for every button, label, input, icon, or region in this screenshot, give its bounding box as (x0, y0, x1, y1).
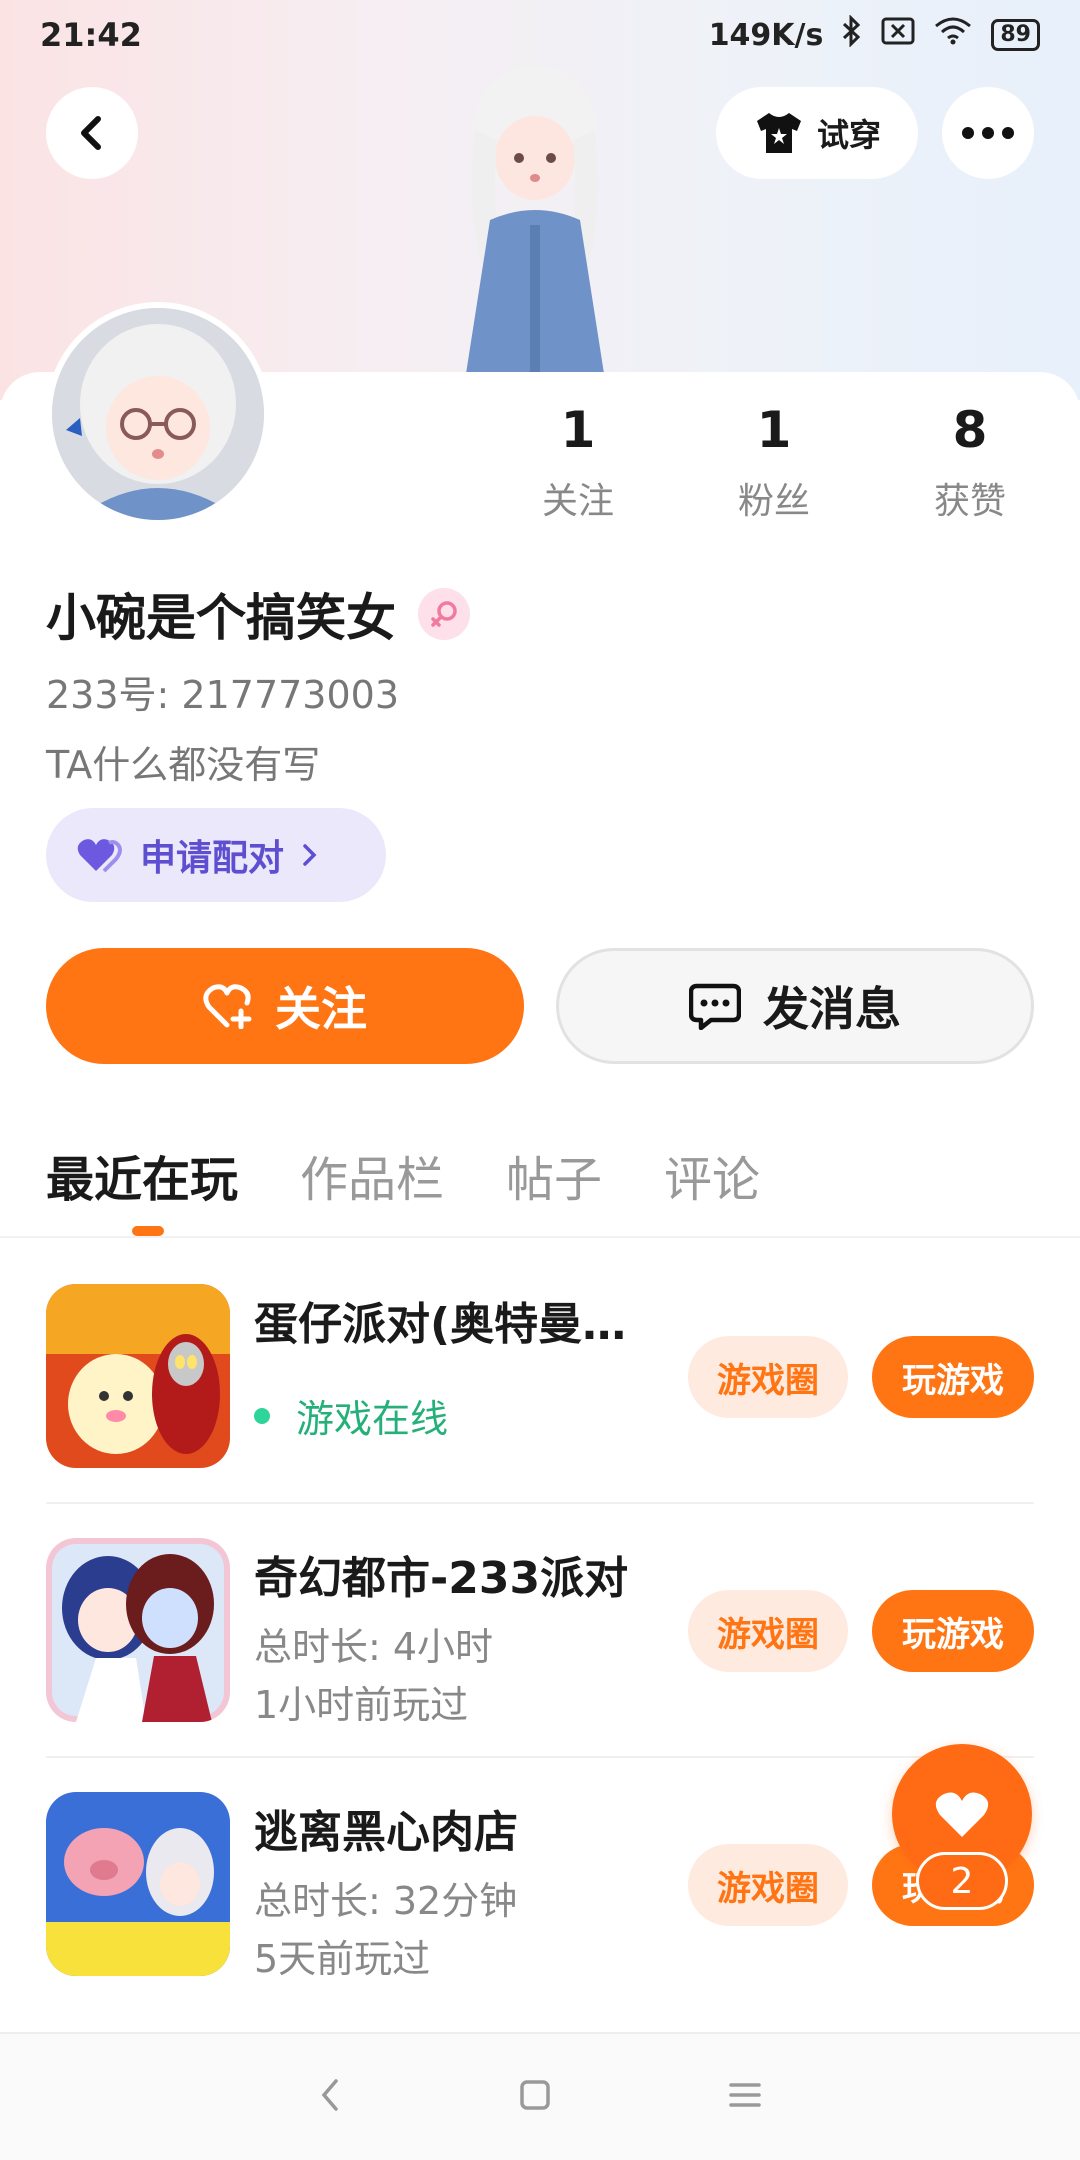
following-count: 1 (560, 401, 596, 459)
avatar-3d-figure (435, 60, 635, 380)
game-row-escape-butcher[interactable]: 逃离黑心肉店 总时长: 32分钟 5天前玩过 游戏圈 玩游戏 (46, 1792, 1034, 1981)
more-button[interactable] (942, 87, 1034, 179)
divider (46, 1502, 1034, 1504)
user-id: 233号: 217773003 (46, 673, 400, 717)
pair-label: 申请配对 (140, 838, 285, 879)
stat-likes[interactable]: 8 获赞 (890, 400, 1050, 524)
game-title: 奇幻都市-233派对 (254, 1553, 629, 1604)
game-row-fantasy-city[interactable]: 奇幻都市-233派对 总时长: 4小时 1小时前玩过 游戏圈 玩游戏 (46, 1538, 1034, 1727)
message-label: 发消息 (763, 982, 901, 1036)
bio: TA什么都没有写 (46, 743, 321, 787)
follow-button[interactable]: 关注 (46, 948, 524, 1064)
try-on-button[interactable]: 试穿 (716, 87, 918, 179)
try-on-label: 试穿 (816, 116, 881, 154)
tab-works[interactable]: 作品栏 (300, 1140, 444, 1210)
likes-label: 获赞 (933, 481, 1006, 522)
divider (46, 1756, 1034, 1758)
status-time: 21:42 (40, 16, 142, 54)
active-tab-indicator (132, 1226, 164, 1236)
battery-indicator: 89 (991, 19, 1040, 51)
stat-followers[interactable]: 1 粉丝 (694, 400, 854, 524)
followers-count: 1 (756, 401, 792, 459)
back-button[interactable] (46, 87, 138, 179)
game-circle-button[interactable]: 游戏圈 (688, 1336, 848, 1418)
bluetooth-icon (841, 14, 863, 55)
game-title: 蛋仔派对(奥特曼… (254, 1299, 627, 1350)
tab-comments[interactable]: 评论 (664, 1140, 760, 1210)
avatar[interactable] (46, 302, 270, 526)
last-played: 1小时前玩过 (254, 1683, 469, 1727)
chevron-right-icon (303, 844, 317, 866)
chevron-left-icon (81, 116, 101, 150)
tab-posts[interactable]: 帖子 (506, 1140, 602, 1210)
game-row-eggy-party[interactable]: 蛋仔派对(奥特曼… 游戏在线 游戏圈 玩游戏 (46, 1284, 1034, 1470)
game-title: 逃离黑心肉店 (254, 1807, 518, 1858)
followers-label: 粉丝 (737, 481, 810, 522)
sim-icon (881, 17, 915, 53)
divider (0, 1236, 1080, 1238)
play-game-button[interactable]: 玩游戏 (872, 1336, 1034, 1418)
more-dots-icon (962, 127, 1014, 139)
heart-pair-icon (77, 839, 122, 873)
game-circle-button[interactable]: 游戏圈 (688, 1590, 848, 1672)
play-game-button[interactable]: 玩游戏 (872, 1590, 1034, 1672)
pair-request-button[interactable]: 申请配对 (46, 808, 386, 902)
nav-home-icon[interactable] (519, 2079, 551, 2115)
stat-following[interactable]: 1 关注 (498, 400, 658, 524)
game-icon-fantasy-city (46, 1538, 230, 1722)
tab-recently-played[interactable]: 最近在玩 (46, 1140, 238, 1210)
likes-count: 8 (952, 401, 988, 459)
profile-tabs: 最近在玩 作品栏 帖子 评论 (46, 1140, 760, 1210)
nav-menu-icon[interactable] (728, 2080, 762, 2114)
chat-bubble-icon (689, 983, 741, 1030)
game-circle-button[interactable]: 游戏圈 (688, 1844, 848, 1926)
nickname-row: 小碗是个搞笑女 (46, 578, 470, 650)
nickname: 小碗是个搞笑女 (46, 589, 396, 647)
female-gender-icon (418, 588, 470, 640)
game-icon-eggy-party (46, 1284, 230, 1468)
heart-plus-icon (203, 984, 252, 1029)
heart-icon (935, 1792, 989, 1837)
like-count-badge: 2 (916, 1852, 1008, 1910)
following-label: 关注 (541, 481, 614, 522)
follow-label: 关注 (275, 982, 367, 1036)
game-icon-escape-butcher (46, 1792, 230, 1976)
online-status-label: 游戏在线 (296, 1397, 449, 1441)
system-nav-bar (0, 2032, 1080, 2160)
play-duration: 总时长: 4小时 (254, 1625, 494, 1669)
network-speed: 149K/s (708, 17, 824, 53)
tshirt-icon (756, 113, 801, 153)
online-status: 游戏在线 (254, 1388, 448, 1443)
online-dot-icon (254, 1407, 270, 1424)
last-played: 5天前玩过 (254, 1937, 431, 1981)
send-message-button[interactable]: 发消息 (556, 948, 1034, 1064)
wifi-icon (933, 16, 973, 54)
nav-back-icon[interactable] (318, 2077, 342, 2117)
play-duration: 总时长: 32分钟 (254, 1879, 518, 1923)
